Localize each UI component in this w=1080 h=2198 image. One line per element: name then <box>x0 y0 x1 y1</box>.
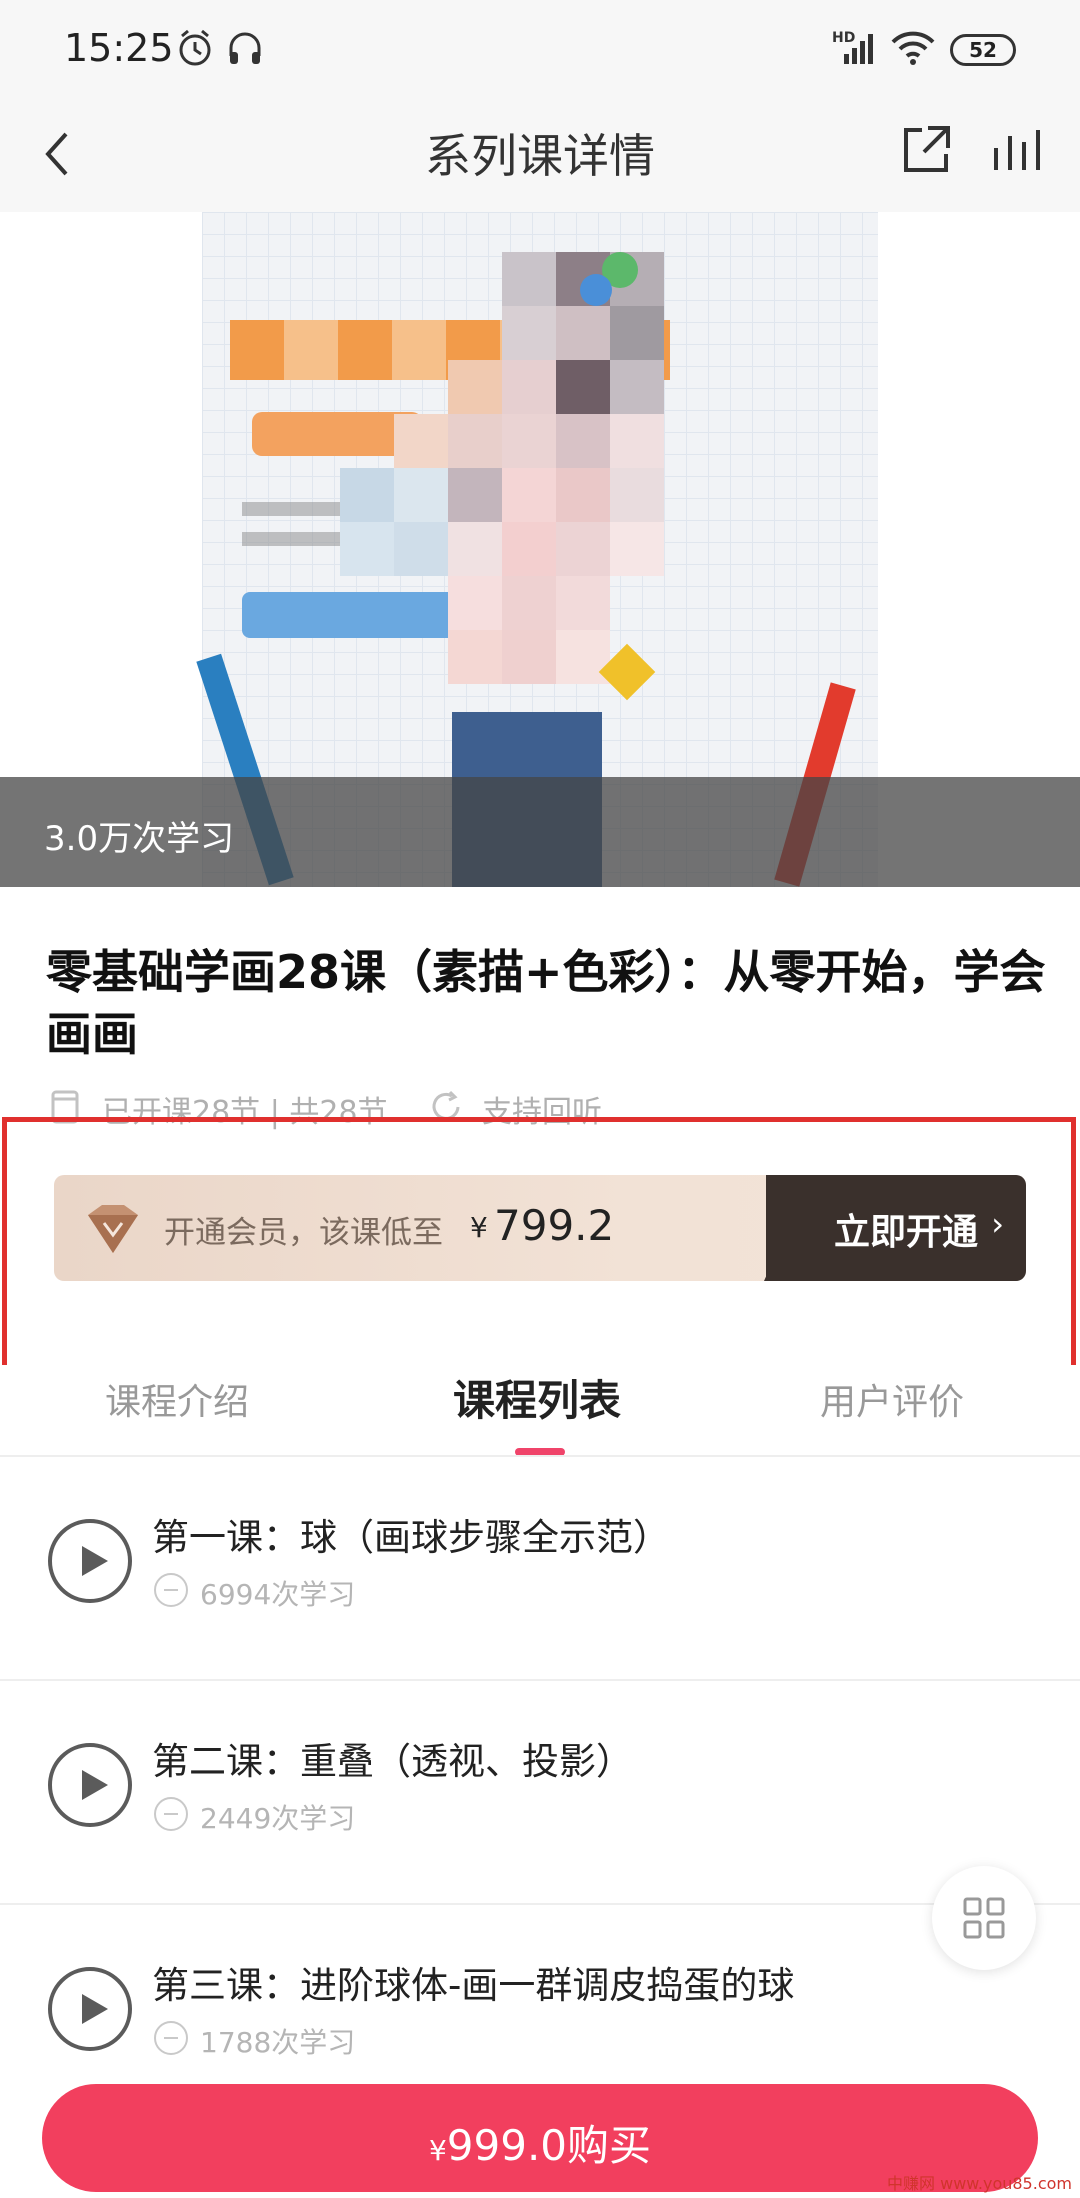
lesson-item[interactable]: 第二课：重叠（透视、投影） 2449次学习 <box>0 1681 1080 1903</box>
play-icon[interactable] <box>48 1519 132 1603</box>
battery-level: 52 <box>969 38 997 62</box>
lesson-title: 第一课：球（画球步骤全示范） <box>152 1516 670 1559</box>
count-icon <box>154 2021 188 2055</box>
grid-icon <box>963 1897 1005 1939</box>
share-icon[interactable] <box>898 122 954 178</box>
count-icon <box>154 1797 188 1831</box>
nav-bar: 系列课详情 <box>0 100 1080 212</box>
tab-intro[interactable]: 课程介绍 <box>105 1373 249 1425</box>
buy-price-label: 999.0购买 <box>446 2121 652 2170</box>
lesson-count: 6994次学习 <box>200 1578 356 1611</box>
lesson-title: 第三课：进阶球体-画一群调皮捣蛋的球 <box>152 1964 795 2007</box>
audio-bars-icon[interactable] <box>990 122 1046 178</box>
lesson-title: 第二课：重叠（透视、投影） <box>152 1740 633 1783</box>
grid-menu-button[interactable] <box>932 1866 1036 1970</box>
status-time: 15:25 <box>64 26 174 70</box>
alarm-icon <box>179 29 211 66</box>
battery-indicator: 52 <box>950 34 1016 66</box>
signal-icon <box>844 34 873 64</box>
play-icon[interactable] <box>48 1743 132 1827</box>
lesson-count: 1788次学习 <box>200 2026 356 2059</box>
course-title: 零基础学画28课（素描+色彩）：从零开始，学会画画 <box>46 945 1046 1061</box>
study-count-bar: 3.0万次学习 <box>0 777 1080 887</box>
count-icon <box>154 1573 188 1607</box>
watermark: 中赚网 www.you85.com <box>887 2174 1072 2193</box>
highlight-box <box>2 1117 1076 1385</box>
buy-currency: ¥ <box>428 2134 447 2167</box>
lesson-count: 2449次学习 <box>200 1802 356 1835</box>
buy-label: ¥999.0购买 <box>42 2112 1038 2173</box>
status-bar: 15:25 HD 52 <box>0 0 1080 100</box>
tab-lesson-list[interactable]: 课程列表 <box>453 1367 621 1428</box>
play-icon[interactable] <box>48 1967 132 2051</box>
tab-reviews[interactable]: 用户评价 <box>820 1373 964 1425</box>
tab-bar: 课程介绍 课程列表 用户评价 <box>0 1365 1080 1456</box>
wifi-icon <box>891 31 935 65</box>
lesson-item[interactable]: 第一课：球（画球步骤全示范） 6994次学习 <box>0 1457 1080 1679</box>
course-cover[interactable]: 3.0万次学习 <box>0 212 1080 887</box>
headphones-icon <box>229 32 261 64</box>
study-count: 3.0万次学习 <box>44 819 235 859</box>
